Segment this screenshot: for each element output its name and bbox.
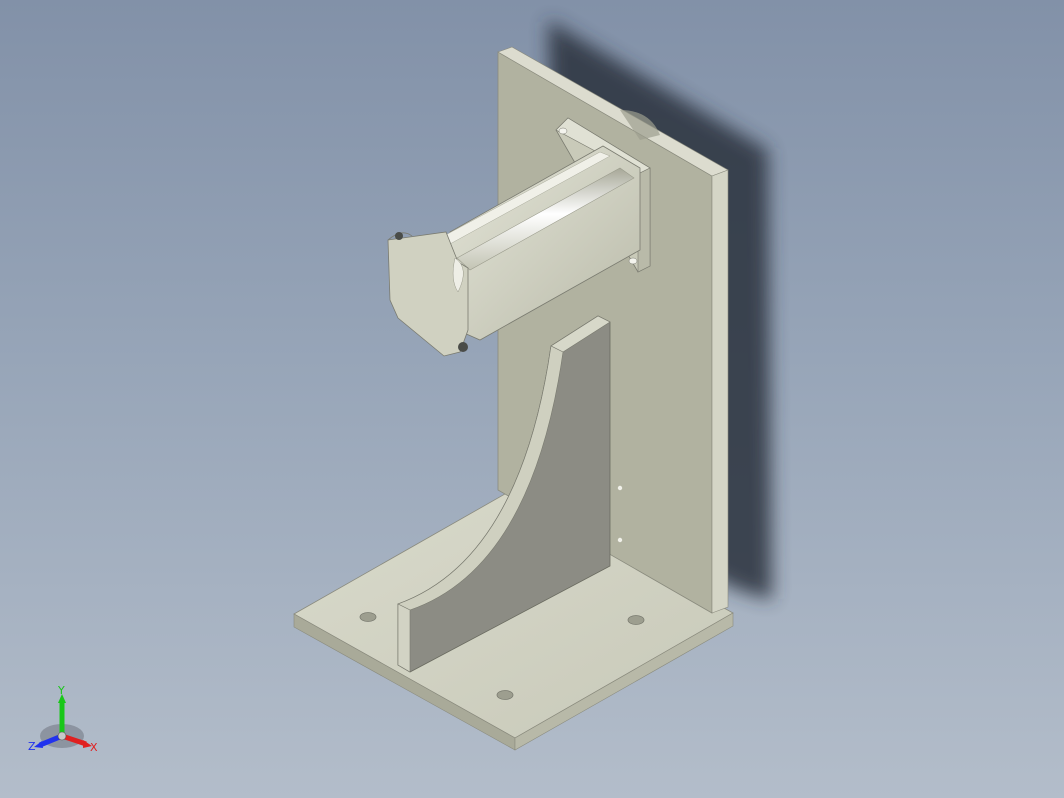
mounting-hole bbox=[496, 690, 514, 700]
flange-hole bbox=[558, 127, 568, 135]
mounting-hole bbox=[627, 615, 645, 625]
end-cap-hole bbox=[458, 342, 468, 352]
cad-viewport[interactable]: Y Z X bbox=[0, 0, 1064, 798]
triad-origin bbox=[57, 731, 67, 741]
screw-hole bbox=[617, 537, 623, 543]
z-axis-label: Z bbox=[28, 740, 36, 753]
model-scene[interactable] bbox=[0, 0, 1064, 798]
y-axis-label: Y bbox=[57, 684, 65, 697]
mounting-hole bbox=[359, 612, 377, 622]
view-cube-triad[interactable]: Y Z X bbox=[28, 684, 108, 758]
flange-hole bbox=[628, 257, 638, 265]
x-axis-label: X bbox=[90, 741, 98, 754]
screw-hole bbox=[617, 485, 623, 491]
end-cap-hole bbox=[395, 232, 403, 240]
